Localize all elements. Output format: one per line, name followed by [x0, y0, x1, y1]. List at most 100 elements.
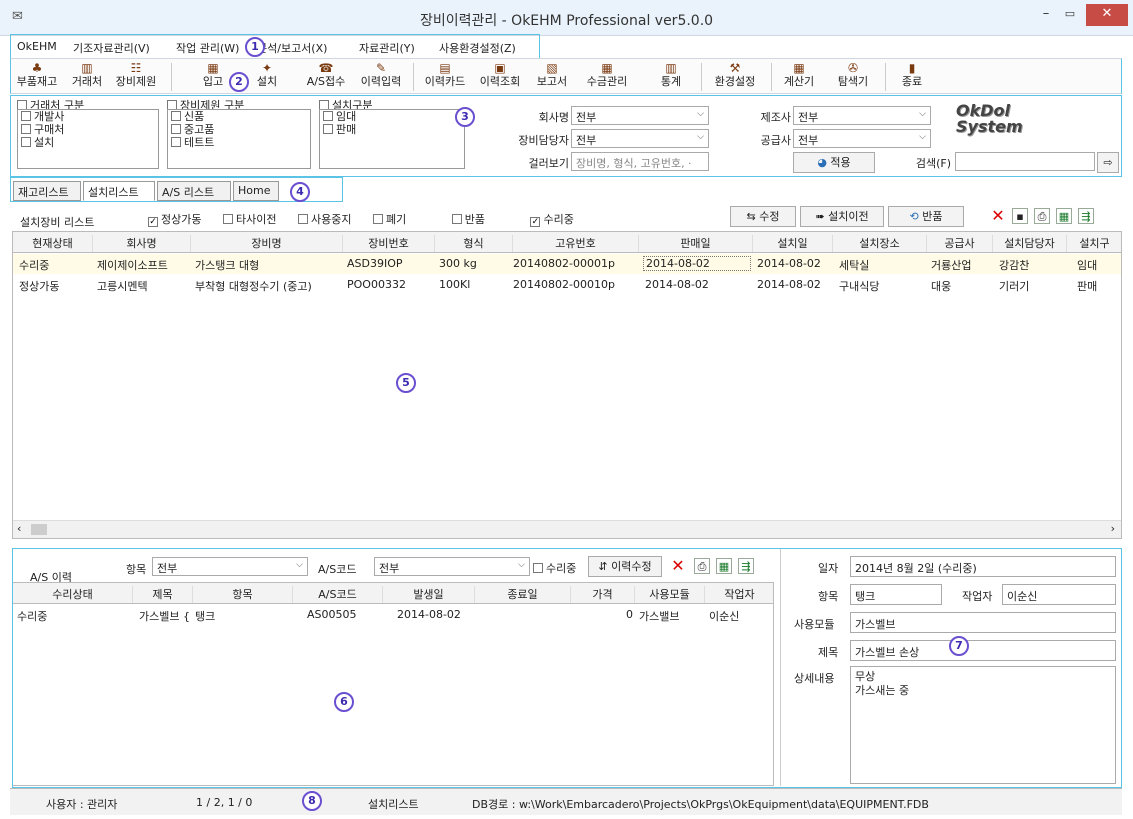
- camera-icon[interactable]: ▪: [1012, 208, 1028, 224]
- print-icon[interactable]: ⎙: [1034, 208, 1050, 224]
- print-icon[interactable]: ⎙: [694, 558, 710, 574]
- export-icon[interactable]: ⇶: [738, 558, 754, 574]
- menu-data[interactable]: 자료관리(Y): [359, 40, 415, 56]
- menu-analysis[interactable]: 분석/보고서(X): [257, 40, 327, 56]
- export-icon[interactable]: ⇶: [1078, 208, 1094, 224]
- menu-work[interactable]: 작업 관리(W): [176, 40, 239, 56]
- detail-content-field[interactable]: 무상 가스새는 중: [850, 666, 1116, 784]
- column-header[interactable]: 가격: [571, 586, 635, 603]
- spec-type-option[interactable]: 신품: [168, 110, 310, 123]
- column-header[interactable]: 설치담당자: [993, 235, 1067, 252]
- search-input[interactable]: [955, 152, 1095, 171]
- column-header[interactable]: 고유번호: [513, 235, 639, 252]
- tab-home[interactable]: Home: [233, 181, 279, 201]
- column-header[interactable]: 설치일: [753, 235, 833, 252]
- maximize-button[interactable]: ▭: [1060, 4, 1080, 26]
- client-button[interactable]: ▥ 거래처: [67, 61, 107, 88]
- client-type-option[interactable]: 설치: [18, 136, 158, 149]
- edit-button[interactable]: ⇆ 수정: [730, 206, 796, 227]
- column-header[interactable]: A/S코드: [293, 586, 383, 603]
- tab-install-list[interactable]: 설치리스트: [83, 181, 155, 201]
- install-type-option[interactable]: 임대: [320, 110, 464, 123]
- return-button[interactable]: ⟲ 반품: [888, 206, 964, 227]
- minimize-button[interactable]: –: [1036, 4, 1056, 26]
- spec-type-option[interactable]: 중고품: [168, 123, 310, 136]
- manager-select[interactable]: 전부 ⌵: [571, 129, 709, 148]
- collection-button[interactable]: ▦ 수금관리: [579, 61, 635, 88]
- parts-stock-button[interactable]: ♣ 부품재고: [13, 61, 61, 88]
- column-header[interactable]: 현재상태: [13, 235, 93, 252]
- filter-view-input[interactable]: 장비명, 형식, 고유번호, ·: [571, 152, 709, 171]
- menu-okehm[interactable]: OkEHM: [17, 40, 57, 53]
- detail-module-field[interactable]: 가스벨브: [850, 612, 1116, 633]
- close-button[interactable]: ✕: [1086, 4, 1128, 26]
- equipment-spec-button[interactable]: ☷ 장비제원: [111, 61, 161, 88]
- settings-button[interactable]: ⚒ 환경설정: [707, 61, 763, 88]
- column-header[interactable]: 종료일: [475, 586, 571, 603]
- explorer-button[interactable]: ✇ 탐색기: [831, 61, 875, 88]
- column-header[interactable]: 판매일: [639, 235, 753, 252]
- column-header[interactable]: 설치장소: [833, 235, 927, 252]
- column-header[interactable]: 발생일: [383, 586, 475, 603]
- as-item-select[interactable]: 전부 ⌵: [152, 557, 308, 576]
- column-header[interactable]: 사용모듈: [635, 586, 705, 603]
- move-install-button[interactable]: ➠ 설치이전: [800, 206, 884, 227]
- stock-in-button[interactable]: ▦ 입고: [197, 61, 229, 88]
- history-edit-button[interactable]: ⇵ 이력수정: [588, 556, 662, 577]
- history-input-button[interactable]: ✎ 이력입력: [355, 61, 407, 88]
- spec-type-option[interactable]: 테트트: [168, 136, 310, 149]
- repairing-filter[interactable]: 수리중: [533, 560, 576, 576]
- install-button[interactable]: ✦ 설치: [251, 61, 283, 88]
- column-header[interactable]: 항목: [193, 586, 293, 603]
- column-header[interactable]: 공급사: [927, 235, 993, 252]
- report-button[interactable]: ▧ 보고서: [531, 61, 573, 88]
- status-filter-disposed[interactable]: 폐기: [372, 213, 406, 226]
- apply-button[interactable]: ◕ 적용: [793, 152, 875, 173]
- menu-base-data[interactable]: 기조자료관리(V): [73, 40, 150, 56]
- column-header[interactable]: 작업자: [705, 586, 773, 603]
- tab-stock-list[interactable]: 재고리스트: [13, 181, 81, 201]
- supplier-select[interactable]: 전부 ⌵: [793, 129, 931, 148]
- column-header[interactable]: 장비명: [191, 235, 343, 252]
- detail-date-field[interactable]: 2014년 8월 2일 (수리중): [850, 556, 1116, 577]
- client-type-option[interactable]: 개발사: [18, 110, 158, 123]
- status-filter-moved[interactable]: 타사이전: [222, 213, 276, 226]
- scroll-right-icon[interactable]: ›: [1111, 522, 1115, 535]
- calculator-button[interactable]: ▦ 계산기: [779, 61, 819, 88]
- column-header[interactable]: 형식: [435, 235, 513, 252]
- detail-worker-field[interactable]: 이순신: [1002, 584, 1116, 605]
- table-row[interactable]: 정상가동 고릉시멘텍 부착형 대형정수기 (중고) POO00332 100Kl…: [13, 275, 1121, 295]
- status-filter-repairing[interactable]: 수리중: [530, 213, 574, 227]
- detail-item-field[interactable]: 탱크: [850, 584, 942, 605]
- history-search-button[interactable]: ▣ 이력조회: [473, 61, 527, 88]
- exit-button[interactable]: ▮ 종료: [897, 61, 927, 88]
- column-header[interactable]: 제목: [133, 586, 193, 603]
- detail-subject-field[interactable]: 가스벨브 손상: [850, 640, 1116, 661]
- tab-as-list[interactable]: A/S 리스트: [157, 181, 231, 201]
- excel-icon[interactable]: ▦: [1056, 208, 1072, 224]
- column-header[interactable]: 수리상태: [13, 586, 133, 603]
- maker-select[interactable]: 전부 ⌵: [793, 106, 931, 125]
- scroll-thumb[interactable]: [31, 524, 47, 535]
- install-type-option[interactable]: 판매: [320, 123, 464, 136]
- as-code-select[interactable]: 전부 ⌵: [374, 557, 530, 576]
- status-filter-normal[interactable]: 정상가동: [148, 213, 201, 227]
- excel-icon[interactable]: ▦: [716, 558, 732, 574]
- column-header[interactable]: 장비번호: [343, 235, 435, 252]
- column-header[interactable]: 회사명: [93, 235, 191, 252]
- service-call-button[interactable]: ☎ A/S접수: [301, 61, 351, 88]
- status-filter-returned[interactable]: 반품: [451, 213, 485, 226]
- table-row[interactable]: 수리중 제이제이소프트 가스탱크 대형 ASD39IOP 300 kg 2014…: [13, 254, 1121, 274]
- scroll-left-icon[interactable]: ‹: [17, 522, 21, 535]
- client-type-option[interactable]: 구매처: [18, 123, 158, 136]
- search-go-button[interactable]: ⇨: [1097, 152, 1119, 173]
- menu-settings[interactable]: 사용환경설정(Z): [439, 40, 516, 56]
- delete-icon[interactable]: ✕: [670, 558, 686, 574]
- table-row[interactable]: 수리중 가스벨브 { 탱크 AS00505 2014-08-02 0 가스밸브 …: [13, 605, 773, 625]
- horizontal-scrollbar[interactable]: ‹ ›: [13, 520, 1121, 538]
- company-select[interactable]: 전부 ⌵: [571, 106, 709, 125]
- stats-button[interactable]: ▥ 통계: [653, 61, 689, 88]
- delete-icon[interactable]: ✕: [990, 208, 1006, 224]
- history-card-button[interactable]: ▤ 이력카드: [419, 61, 471, 88]
- column-header[interactable]: 설치구: [1067, 235, 1121, 252]
